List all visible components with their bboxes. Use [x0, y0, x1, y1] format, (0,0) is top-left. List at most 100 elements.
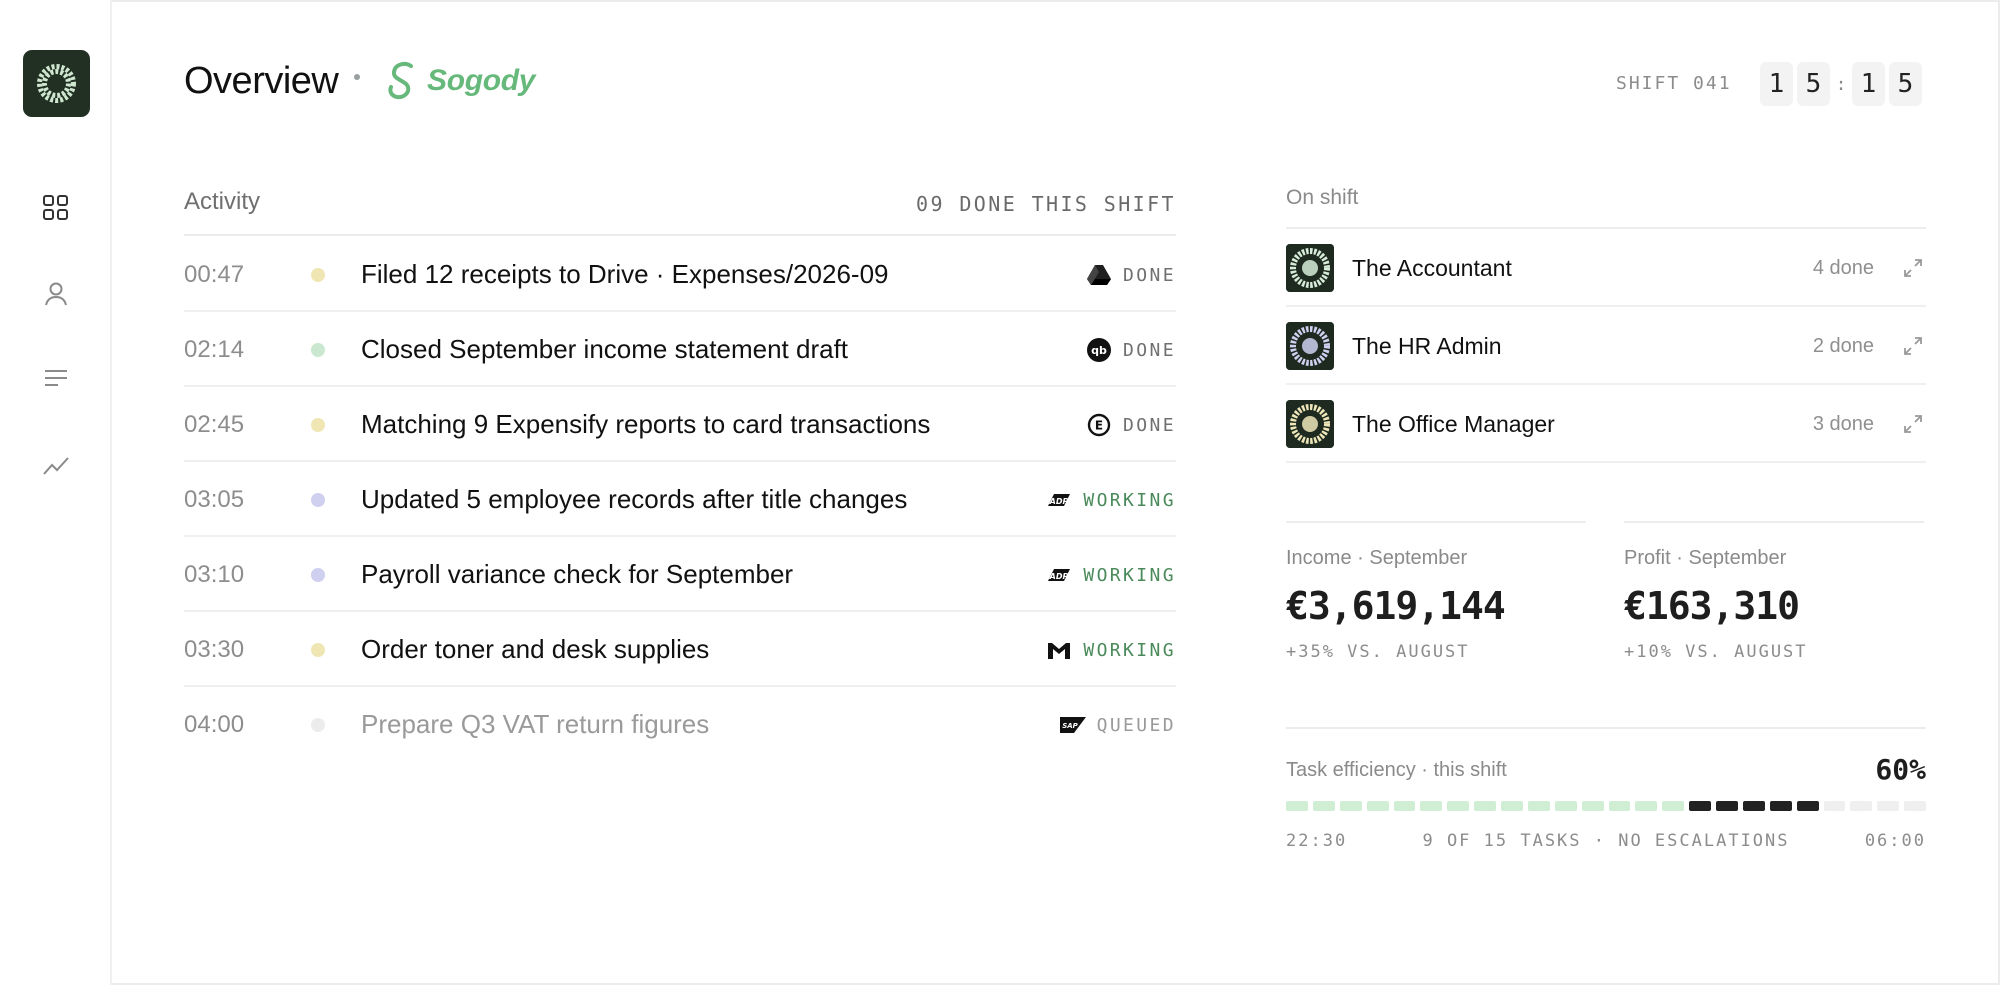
agent-row[interactable]: The HR Admin 2 done	[1286, 307, 1926, 385]
status-dot	[311, 568, 325, 582]
status-dot	[311, 718, 325, 732]
efficiency-end-time: 06:00	[1864, 831, 1926, 851]
activity-status: E DONE	[1085, 413, 1176, 437]
efficiency-segment	[1742, 801, 1765, 811]
activity-time: 02:45	[184, 411, 245, 438]
profit-label: Profit · September	[1624, 547, 1787, 569]
shift-clock: 1 5 : 1 5	[1760, 62, 1926, 106]
efficiency-bar	[1286, 801, 1926, 811]
activity-text: Updated 5 employee records after title c…	[361, 484, 908, 514]
activity-text: Closed September income statement draft	[361, 334, 849, 364]
efficiency-segment	[1796, 801, 1819, 811]
profit-delta: +10% VS. AUGUST	[1624, 642, 1808, 662]
status-dot	[311, 493, 325, 507]
efficiency-segment	[1877, 801, 1900, 811]
clock-digit: 5	[1797, 62, 1830, 106]
activity-status: ADP WORKING	[1045, 563, 1176, 587]
page-title: Overview	[184, 60, 339, 102]
efficiency-segment	[1554, 801, 1577, 811]
expand-icon[interactable]	[1902, 335, 1924, 357]
efficiency-segment	[1850, 801, 1873, 811]
svg-text:ADP: ADP	[1049, 572, 1069, 581]
efficiency-segment	[1608, 801, 1631, 811]
activity-time: 02:14	[184, 336, 245, 363]
svg-text:qb: qb	[1091, 344, 1107, 357]
activity-row[interactable]: 00:47 Filed 12 receipts to Drive · Expens…	[184, 237, 1176, 312]
efficiency-segment	[1689, 801, 1711, 811]
efficiency-segment	[1662, 801, 1685, 811]
clock-digit: 1	[1852, 62, 1885, 106]
main-content: Overview Sogody SHIFT 041 1 5 : 1 5 Acti…	[0, 0, 2000, 985]
agent-row[interactable]: The Office Manager 3 done	[1286, 385, 1926, 463]
efficiency-segment	[1366, 801, 1389, 811]
profit-metric: Profit · September €163,310 +10% VS. AUG…	[1624, 521, 1924, 662]
clock-digit: 1	[1760, 62, 1793, 106]
agent-avatar	[1286, 322, 1334, 370]
sap-icon: SAP	[1059, 713, 1087, 737]
expand-icon[interactable]	[1902, 413, 1924, 435]
status-label: QUEUED	[1096, 714, 1176, 736]
efficiency-segment	[1339, 801, 1362, 811]
efficiency-segment	[1823, 801, 1846, 811]
activity-status: qb DONE	[1085, 338, 1176, 362]
clock-separator: :	[1835, 73, 1847, 95]
brand-logo: Sogody	[383, 60, 536, 102]
svg-text:E: E	[1095, 419, 1103, 433]
efficiency-segment	[1635, 801, 1658, 811]
sogody-icon	[388, 62, 413, 100]
status-dot	[311, 268, 325, 282]
agent-avatar	[1286, 400, 1334, 448]
activity-row[interactable]: 02:14 Closed September income statement d…	[184, 312, 1176, 387]
income-value: €3,619,144	[1286, 584, 1506, 628]
activity-row[interactable]: 04:00 Prepare Q3 VAT return figures SAP QUE…	[184, 687, 1176, 762]
activity-text: Order toner and desk supplies	[361, 634, 710, 664]
activity-time: 03:10	[184, 561, 245, 588]
income-label: Income · September	[1286, 547, 1468, 569]
on-shift-title: On shift	[1286, 186, 1359, 209]
activity-time: 00:47	[184, 261, 245, 288]
activity-row[interactable]: 02:45 Matching 9 Expensify reports to car…	[184, 387, 1176, 462]
activity-count: 09 DONE THIS SHIFT	[916, 192, 1176, 216]
activity-row[interactable]: 03:10 Payroll variance check for Septembe…	[184, 537, 1176, 612]
svg-text:SAP: SAP	[1062, 722, 1078, 730]
activity-time: 03:30	[184, 636, 245, 663]
activity-list: 00:47 Filed 12 receipts to Drive · Expens…	[184, 237, 1176, 762]
activity-status: SAP QUEUED	[1059, 713, 1176, 737]
status-label: DONE	[1123, 264, 1176, 286]
activity-row[interactable]: 03:30 Order toner and desk supplies WORKIN…	[184, 612, 1176, 687]
title-separator	[354, 74, 360, 80]
income-delta: +35% VS. AUGUST	[1286, 642, 1470, 662]
gmail-icon	[1045, 638, 1073, 662]
activity-text: Matching 9 Expensify reports to card tra…	[361, 409, 931, 439]
efficiency-segment	[1474, 801, 1496, 811]
status-label: WORKING	[1083, 639, 1176, 661]
status-label: WORKING	[1083, 489, 1176, 511]
activity-header: Activity 09 DONE THIS SHIFT	[184, 186, 1176, 236]
status-label: DONE	[1123, 339, 1176, 361]
status-dot	[311, 418, 325, 432]
efficiency-segment	[1527, 801, 1550, 811]
efficiency-percent: 60%	[1875, 753, 1926, 786]
agent-done-count: 4 done	[1812, 257, 1874, 279]
agent-done-count: 3 done	[1812, 413, 1874, 435]
efficiency-segment	[1447, 801, 1470, 811]
expand-icon[interactable]	[1902, 257, 1924, 279]
efficiency-segment	[1904, 801, 1926, 811]
profit-value: €163,310	[1624, 584, 1800, 628]
status-label: WORKING	[1083, 564, 1176, 586]
activity-title: Activity	[184, 188, 261, 215]
google-drive-icon	[1085, 263, 1113, 287]
status-dot	[311, 643, 325, 657]
agent-name: The HR Admin	[1352, 333, 1502, 359]
activity-row[interactable]: 03:05 Updated 5 employee records after ti…	[184, 462, 1176, 537]
activity-status: DONE	[1085, 263, 1176, 287]
brand-name: Sogody	[427, 64, 536, 97]
agent-name: The Accountant	[1352, 255, 1512, 281]
income-metric: Income · September €3,619,144 +35% VS. A…	[1286, 521, 1586, 662]
efficiency-label: Task efficiency · this shift	[1286, 759, 1507, 781]
efficiency-segment	[1501, 801, 1523, 811]
efficiency-segment	[1286, 801, 1308, 811]
efficiency-summary: 9 OF 15 TASKS · NO ESCALATIONS	[1422, 831, 1790, 851]
agent-list: The Accountant 4 done The HR Admin 2 done Th…	[1286, 227, 1926, 463]
agent-row[interactable]: The Accountant 4 done	[1286, 229, 1926, 307]
